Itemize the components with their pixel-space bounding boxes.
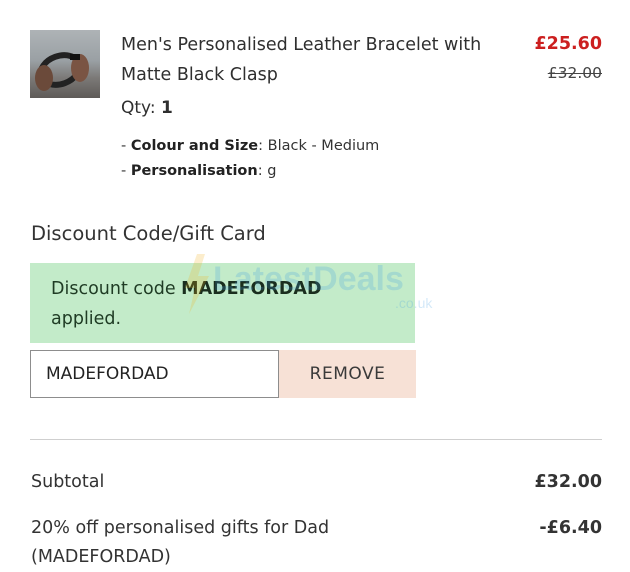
price-original: £32.00 xyxy=(547,64,602,82)
remove-button[interactable]: REMOVE xyxy=(279,350,416,398)
discount-line-label: 20% off personalised gifts for Dad (MADE… xyxy=(31,518,330,567)
product-options: - Colour and Size: Black - Medium - Pers… xyxy=(121,134,379,184)
quantity: Qty: 1 xyxy=(121,94,173,122)
bracelet-photo-icon xyxy=(35,52,89,91)
subtotal-value: £32.00 xyxy=(534,472,602,492)
option-name: Colour and Size xyxy=(130,138,259,154)
discount-code-input[interactable] xyxy=(30,350,279,398)
subtotal-label: Subtotal xyxy=(31,472,105,492)
discount-line-value: -£6.40 xyxy=(539,518,602,538)
option-colour-size: - Colour and Size: Black - Medium xyxy=(121,138,380,154)
product-title[interactable]: Men's Personalised Leather Bracelet with… xyxy=(121,30,501,90)
message-prefix: Discount code xyxy=(51,279,182,299)
option-personalisation: - Personalisation: g xyxy=(121,163,277,179)
option-value: g xyxy=(267,163,277,179)
option-name: Personalisation xyxy=(130,163,258,179)
option-value: Black - Medium xyxy=(267,138,380,154)
message-code: MADEFORDAD xyxy=(181,279,322,299)
product-image[interactable] xyxy=(30,30,100,98)
discount-applied-message: Discount code MADEFORDAD applied. xyxy=(30,263,415,343)
price-current: £25.60 xyxy=(534,34,602,54)
message-suffix: applied. xyxy=(51,309,122,329)
discount-heading: Discount Code/Gift Card xyxy=(31,222,266,245)
qty-label: Qty: xyxy=(121,98,156,118)
qty-value: 1 xyxy=(161,98,173,118)
divider xyxy=(30,439,602,440)
